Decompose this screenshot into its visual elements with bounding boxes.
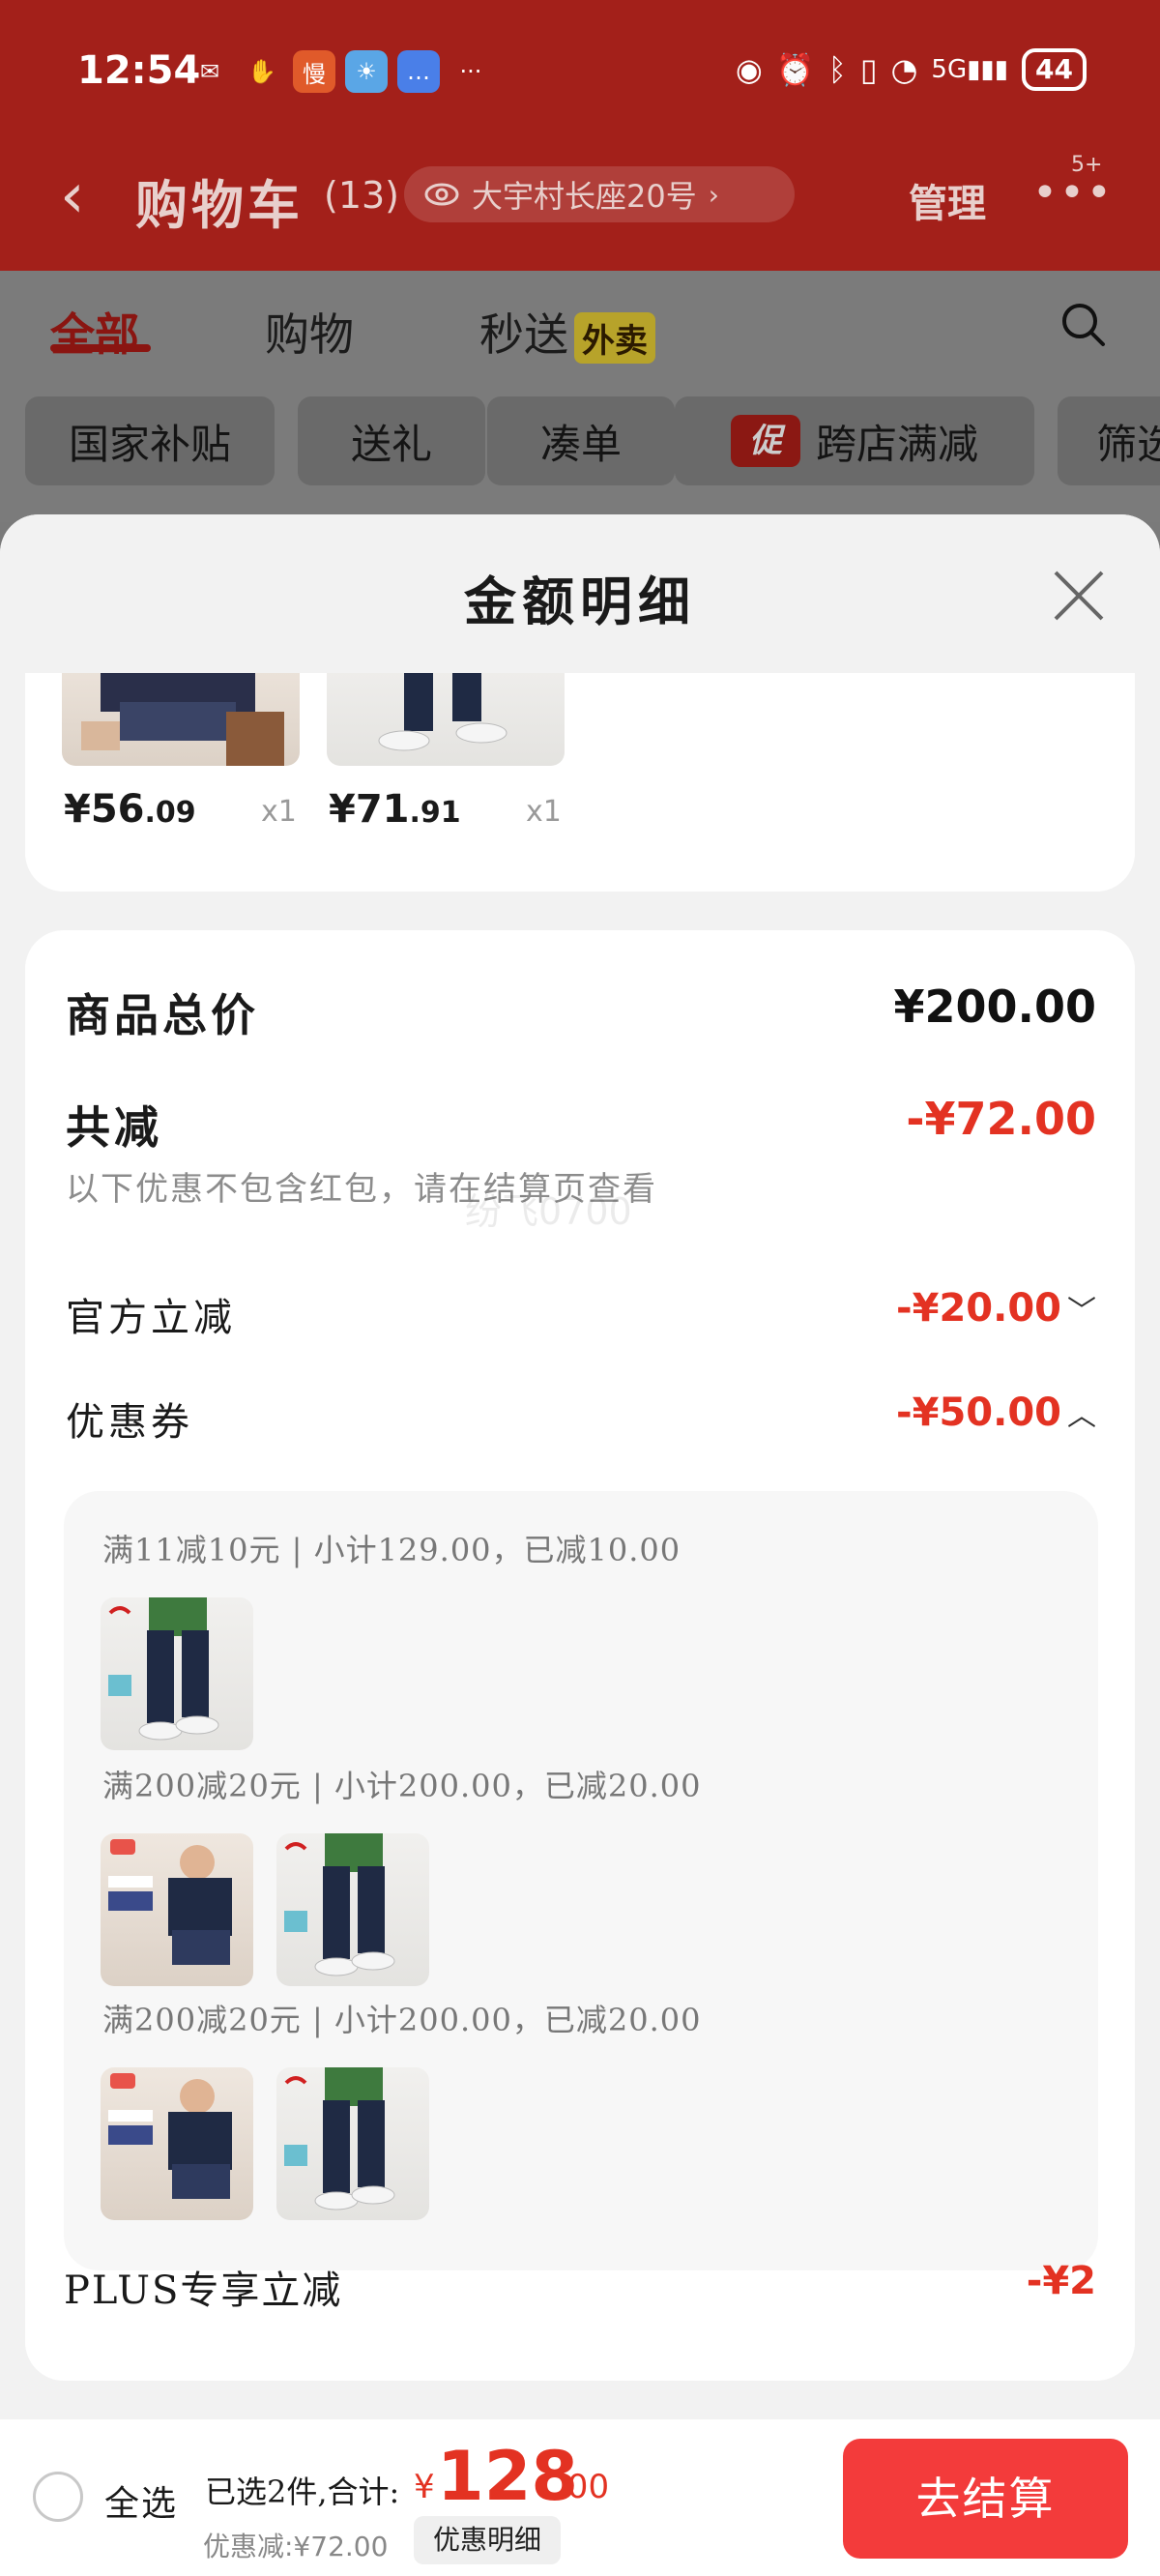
coupon-product-shirt[interactable] [101,1833,253,1986]
coupon-product-pants[interactable] [276,1833,429,1986]
official-discount-label: 官方立减 [66,1296,236,1340]
plus-discount-value: -¥2 [1026,2259,1096,2303]
product-pants-image [284,1833,395,1976]
chip-national-subsidy[interactable]: 国家补贴 [25,396,275,485]
selected-summary: 已选2件,合计: [205,2474,400,2510]
coupon-label: 优惠券 [66,1400,193,1445]
coupon-product-pants[interactable] [276,2067,429,2220]
vibrate-icon: ▯ [859,51,878,88]
coupon-product-pants[interactable] [101,1597,253,1750]
tab-all[interactable]: 全部 [50,300,139,364]
chip-gift[interactable]: 送礼 [298,396,485,485]
coupon-product-shirt[interactable] [101,2067,253,2220]
amount-detail-sheet: 金额明细 ¥56.09 x1 ¥71.91 x1 商品总价 ¥200.00 共减… [0,514,1160,2419]
total-reduction-value: -¥72.00 [906,1093,1096,1145]
chevron-right-icon: › [708,178,719,211]
product-thumbnail-shirt[interactable] [62,673,300,766]
watermark: 纷飞0700 [465,1190,632,1233]
filter-chips: 国家补贴 送礼 凑单 促跨店满减 筛选 [25,396,1160,485]
cart-count: (13) [324,174,400,217]
select-all-label[interactable]: 全选 [104,2475,178,2526]
manage-button[interactable]: 管理 [909,172,986,228]
item-price-int: ¥56 [64,787,145,832]
total-reduction-label: 共减 [66,1101,162,1154]
location-eye-icon [424,183,459,206]
coupon-value: -¥50.00 [896,1390,1061,1435]
price-breakdown-card: 商品总价 ¥200.00 共减 -¥72.00 以下优惠不包含红包，请在结算页查… [25,930,1135,2381]
official-discount-value: -¥20.00 [896,1286,1061,1331]
close-icon[interactable] [1052,569,1106,623]
product-pants-image [108,1597,219,1741]
address-selector[interactable]: 大宇村长座20号 › [404,166,795,222]
item-price: ¥71.91 [329,787,461,832]
wifi-icon: ◔ [890,51,918,88]
chevron-down-icon: ﹀ [1067,1295,1096,1329]
coupon-details: 满11减10元 | 小计129.00，已减10.00 满200减20元 | 小计… [64,1491,1098,2270]
nav-bar: ‹ 购物车 (13) 大宇村长座20号 › 管理 ••• 5+ [0,145,1160,271]
checkout-bar: 全选 已选2件,合计: ¥ 128 .00 优惠减:¥72.00 优惠明细 去结… [0,2419,1160,2576]
product-shirt-image [81,673,284,766]
checkout-button[interactable]: 去结算 [843,2439,1128,2559]
search-icon[interactable] [1058,300,1107,348]
coupon-row[interactable]: -¥50.00 ︿ [896,1390,1096,1435]
sheet-title: 金额明细 [464,571,696,632]
notification-icons: ✉ ✋ 慢 ☀ … ··· [188,50,492,93]
chip-filter[interactable]: 筛选 [1058,396,1160,485]
tab-express[interactable]: 秒送 外卖 [479,300,655,364]
system-icons: ◉ ⏰ ᛒ ▯ ◔ 5G▮▮▮ 44 [736,48,1087,91]
chevron-up-icon: ︿ [1067,1399,1096,1433]
product-shirt-image [108,1839,232,1965]
discount-amount: 优惠减:¥72.00 [203,2531,389,2562]
chip-add-on[interactable]: 凑单 [487,396,675,485]
alarm-icon: ⏰ [775,51,815,88]
total-currency: ¥ [414,2468,435,2506]
sheet-header: 金额明细 [0,514,1160,673]
total-price-value: ¥200.00 [893,981,1096,1033]
selected-items-card: ¥56.09 x1 ¥71.91 x1 [25,673,1135,892]
more-badge: 5+ [1071,153,1103,177]
wechat-icon: ✉ [199,58,220,85]
signal-5g-icon: 5G▮▮▮ [931,55,1009,84]
hand-icon: ✋ [247,58,276,85]
more-notifications-icon: ··· [459,58,482,85]
coupon-rule: 满200减20元 | 小计200.00，已减20.00 [102,1768,702,1804]
page-title: 购物车 [135,175,304,236]
address-text: 大宇村长座20号 [472,178,697,215]
item-qty: x1 [526,795,562,829]
product-thumbnail-pants[interactable] [327,673,565,766]
item-price: ¥56.09 [64,787,196,832]
total-price-label: 商品总价 [66,989,259,1041]
product-pants-image [284,2067,395,2210]
tab-active-indicator [50,344,151,352]
takeout-badge: 外卖 [574,312,655,364]
plus-discount-label: PLUS专享立减 [64,2269,343,2313]
item-price-int: ¥71 [329,787,410,832]
promo-badge: 促 [730,415,800,467]
coupon-rule: 满200减20元 | 小计200.00，已减20.00 [102,2002,702,2038]
product-shirt-image [108,2073,232,2199]
item-price-dec: .91 [409,796,461,830]
battery-icon: 44 [1022,48,1087,91]
item-qty: x1 [261,795,297,829]
tab-shopping[interactable]: 购物 [265,300,354,364]
item-price-dec: .09 [144,796,196,830]
bluetooth-icon: ᛒ [827,51,847,88]
back-icon[interactable]: ‹ [60,161,85,232]
status-bar: 12:54 ✉ ✋ 慢 ☀ … ··· ◉ ⏰ ᛒ ▯ ◔ 5G▮▮▮ 44 [0,0,1160,145]
select-all-checkbox[interactable] [33,2472,83,2522]
coupon-rule: 满11减10元 | 小计129.00，已减10.00 [102,1532,682,1568]
official-discount-row[interactable]: -¥20.00 ﹀ [896,1286,1096,1331]
eye-icon: ◉ [735,51,763,88]
cart-tabs: 全部 购物 秒送 外卖 [0,290,1160,367]
message-icon: … [397,50,440,93]
total-decimal: .00 [557,2468,610,2506]
tab-express-label: 秒送 [479,308,568,361]
product-pants-image [378,673,508,751]
chip-cross-store-label: 跨店满减 [815,420,978,468]
chip-cross-store[interactable]: 促跨店满减 [675,396,1034,485]
discount-detail-button[interactable]: 优惠明细 [414,2516,562,2564]
weather-icon: ☀ [345,50,388,93]
status-time: 12:54 [77,48,201,93]
app-man-icon: 慢 [293,50,335,93]
